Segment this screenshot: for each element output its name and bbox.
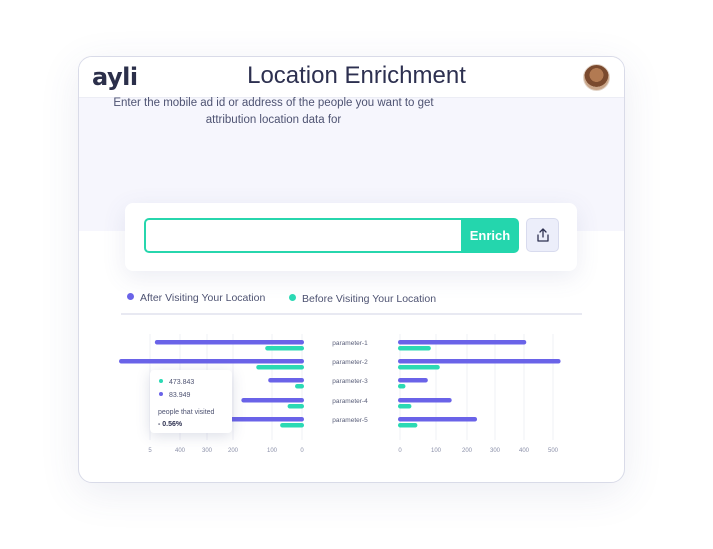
tooltip-label: people that visited xyxy=(158,409,215,416)
legend-after-dot xyxy=(127,293,134,300)
legend-before: Before Visiting Your Location xyxy=(289,293,436,305)
legend-after-label: After Visiting Your Location xyxy=(140,292,266,304)
search-input[interactable] xyxy=(144,218,461,253)
legend-divider xyxy=(121,313,582,315)
legend-before-label: Before Visiting Your Location xyxy=(302,293,437,305)
legend-before-dot xyxy=(289,294,296,301)
search-card: Enrich xyxy=(125,203,577,271)
tooltip-change: - 0.56% xyxy=(158,421,183,428)
upload-button[interactable] xyxy=(526,218,559,252)
chart-tooltip: 473.843 83.949 people that visited - 0.5… xyxy=(150,370,232,433)
tooltip-after-dot xyxy=(159,379,163,383)
enrich-button[interactable]: Enrich xyxy=(461,218,519,253)
tooltip-before-row: 83.949 xyxy=(159,392,190,399)
tooltip-after-row: 473.843 xyxy=(159,379,194,386)
legend-after: After Visiting Your Location xyxy=(127,292,265,304)
tooltip-before-dot xyxy=(159,392,163,396)
upload-icon xyxy=(536,228,549,242)
tooltip-after-value: 473.843 xyxy=(169,379,195,386)
tooltip-before-value: 83.949 xyxy=(169,392,191,399)
